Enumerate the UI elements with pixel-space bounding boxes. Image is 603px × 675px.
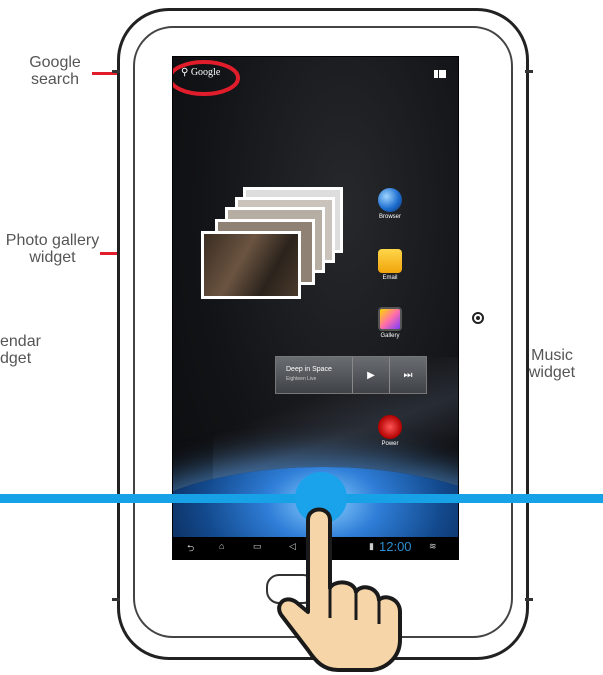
callout-music: Music widget	[520, 347, 584, 381]
google-highlight-circle	[173, 60, 240, 96]
side-notch	[525, 70, 533, 73]
photo-front	[201, 231, 301, 299]
music-title: Deep in Space	[286, 366, 332, 373]
recent-apps-icon[interactable]: ▭	[253, 541, 262, 552]
app-email[interactable]: Email	[370, 249, 410, 281]
side-notch	[525, 598, 533, 601]
browser-icon	[378, 188, 402, 212]
home-icon[interactable]: ⌂	[219, 541, 224, 551]
app-label: Gallery	[380, 333, 400, 339]
side-notch	[112, 598, 120, 601]
next-track-icon[interactable]: ⏭	[389, 357, 426, 393]
callout-google-line1: Google	[29, 54, 81, 71]
callout-music-line2: widget	[528, 364, 576, 381]
callout-google-line2: search	[30, 71, 80, 88]
app-label: Browser	[378, 214, 401, 220]
music-artist: Eighteen Live	[286, 376, 317, 382]
callout-calendar-line2: dget	[0, 350, 32, 367]
callout-photo-line1: Photo gallery	[5, 232, 100, 249]
hand-pointer-icon	[277, 507, 402, 672]
power-icon	[378, 415, 402, 439]
callout-calendar-line1: endar	[0, 333, 41, 350]
callout-photo-line2: widget	[29, 249, 76, 266]
photo-gallery-widget[interactable]	[201, 187, 343, 307]
callout-calendar: endar dget	[0, 333, 41, 367]
wifi-icon: ≋	[429, 541, 437, 551]
side-notch	[112, 70, 120, 73]
play-icon[interactable]: ▶	[352, 357, 389, 393]
camera-icon	[472, 312, 484, 324]
gallery-icon	[378, 307, 402, 331]
music-widget[interactable]: Deep in Space Eighteen Live ▶ ⏭	[275, 356, 427, 394]
email-icon	[378, 249, 402, 273]
apps-grid-icon[interactable]	[434, 70, 446, 78]
app-browser[interactable]: Browser	[370, 188, 410, 220]
back-icon[interactable]: ⮌	[187, 541, 194, 557]
app-power[interactable]: Power	[370, 415, 410, 447]
app-label: Email	[382, 275, 398, 281]
app-label: Power	[381, 441, 399, 447]
callout-music-line1: Music	[531, 347, 573, 364]
callout-photo-gallery: Photo gallery widget	[0, 232, 105, 266]
callout-google-search: Google search	[15, 54, 95, 88]
app-gallery[interactable]: Gallery	[370, 307, 410, 339]
